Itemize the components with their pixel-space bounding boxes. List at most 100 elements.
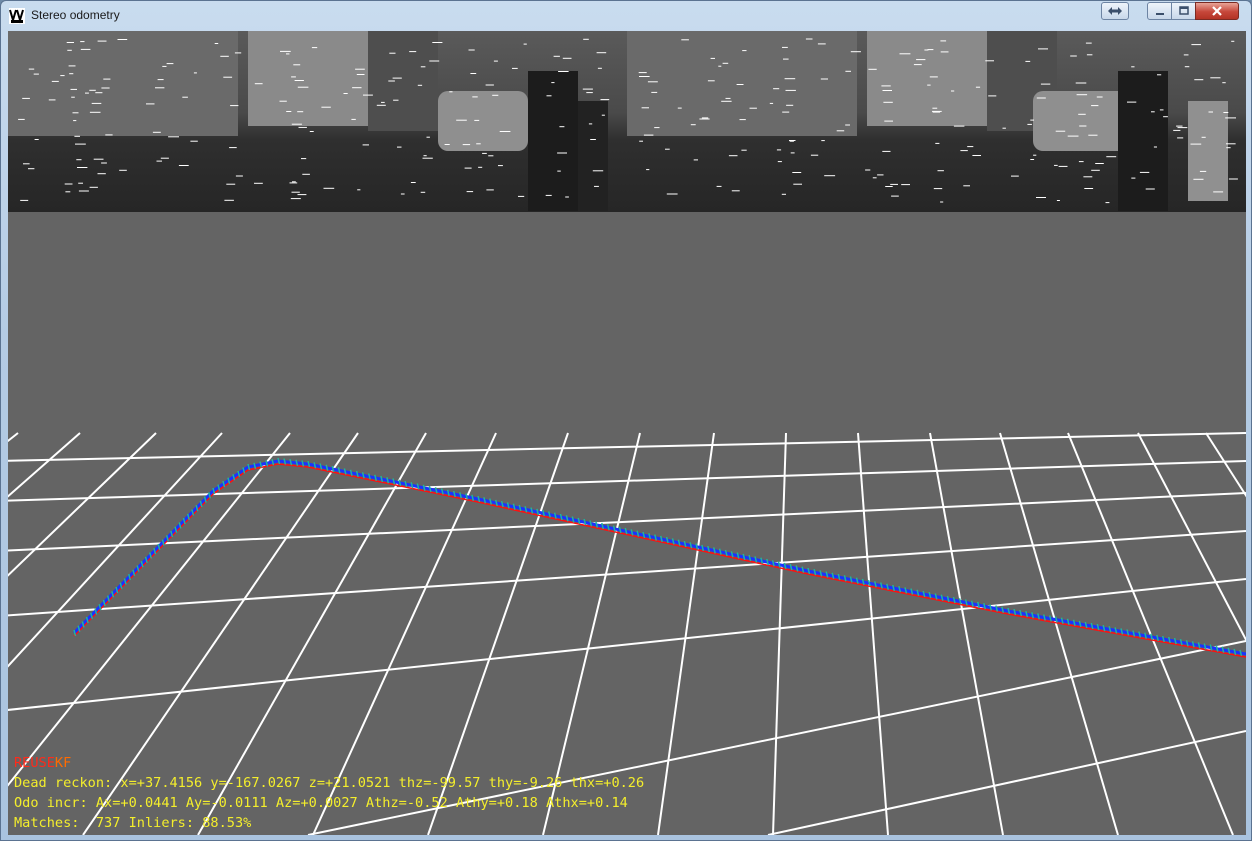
grid-line (8, 460, 1246, 502)
pose-marker (689, 542, 693, 549)
pose-marker (742, 553, 746, 561)
pose-marker (771, 560, 775, 567)
pose-marker (1126, 629, 1130, 636)
pose-marker (489, 498, 493, 505)
grid-line (767, 730, 1246, 835)
close-icon (1212, 6, 1222, 16)
trajectory (72, 457, 1246, 658)
pose-marker (922, 590, 926, 598)
pose-marker (553, 512, 557, 519)
pose-marker (313, 462, 317, 469)
title-bar[interactable]: Stereo odometry (1, 1, 1251, 31)
render-view[interactable]: REUSEKF Dead reckon: x=+37.4156 y=-167.0… (8, 31, 1246, 835)
pose-marker (337, 467, 341, 474)
pose-marker (440, 488, 444, 495)
close-button[interactable] (1195, 2, 1239, 20)
pose-marker (1209, 644, 1213, 651)
restore-button[interactable] (1101, 2, 1129, 20)
pose-marker (530, 507, 534, 514)
pose-marker (416, 483, 420, 490)
pose-marker (301, 460, 305, 467)
pose-marker (1001, 606, 1005, 613)
dead-reckon-readout: Dead reckon: x=+37.4156 y=-167.0267 z=+2… (14, 775, 645, 791)
pose-marker (624, 527, 628, 535)
pose-marker (677, 539, 681, 546)
pose-marker (683, 540, 687, 548)
pose-marker (500, 500, 504, 508)
pose-marker (343, 468, 347, 475)
grid-line (657, 432, 715, 835)
pose-marker (892, 584, 896, 592)
pose-marker (795, 565, 799, 572)
pose-marker (1227, 647, 1231, 654)
pose-marker (253, 462, 257, 469)
pose-marker (970, 600, 974, 607)
pose-marker (1037, 613, 1041, 620)
pose-marker (1120, 628, 1124, 635)
pose-marker (1197, 642, 1201, 649)
grid-line (999, 432, 1119, 835)
pose-marker (1167, 636, 1171, 644)
pose-marker (1084, 621, 1088, 629)
pose-marker (1144, 632, 1148, 639)
pose-marker (565, 515, 569, 522)
pose-marker (983, 603, 987, 610)
pose-marker (380, 475, 384, 483)
pose-marker (536, 508, 540, 516)
app-icon (9, 8, 25, 24)
pose-marker (1239, 649, 1243, 657)
pose-marker (1179, 639, 1183, 646)
pose-marker (459, 492, 463, 499)
pose-marker (1108, 626, 1112, 633)
pose-marker (355, 470, 359, 478)
pose-marker (1007, 607, 1011, 615)
pose-marker (547, 511, 551, 518)
pose-marker (659, 535, 663, 543)
pose-marker (801, 566, 805, 573)
pose-marker (671, 538, 675, 545)
window-title: Stereo odometry (31, 8, 120, 22)
pose-marker (1156, 634, 1160, 642)
pose-marker (494, 499, 498, 507)
pose-marker (789, 563, 793, 571)
pose-marker (754, 556, 758, 563)
grid-line (8, 578, 1246, 711)
pose-marker (1013, 608, 1017, 616)
pose-marker (446, 489, 450, 496)
pose-marker (940, 594, 944, 601)
pose-marker (247, 463, 251, 471)
minimize-button[interactable] (1147, 2, 1172, 20)
pose-marker (964, 599, 968, 606)
grid-line (857, 432, 889, 835)
pose-marker (783, 562, 787, 570)
pose-marker (724, 549, 728, 557)
pose-marker (618, 526, 622, 534)
maximize-icon (1178, 6, 1189, 15)
pose-marker (1185, 640, 1189, 647)
pose-marker (1042, 614, 1046, 621)
trajectory-3d-view[interactable] (8, 31, 1246, 835)
pose-marker (886, 583, 890, 590)
pose-marker (283, 458, 287, 465)
pose-marker (855, 577, 859, 584)
pose-marker (1066, 618, 1070, 625)
pose-marker (471, 494, 475, 501)
pose-marker (1191, 641, 1195, 648)
pose-marker (837, 573, 841, 581)
pose-marker (946, 595, 950, 603)
pose-marker (398, 479, 402, 486)
pose-marker (736, 552, 740, 559)
pose-marker (289, 459, 293, 466)
pose-marker (1138, 631, 1142, 638)
pose-marker (831, 572, 835, 579)
maximize-button[interactable] (1171, 2, 1196, 20)
pose-marker (928, 592, 932, 599)
pose-marker (1221, 646, 1225, 653)
pose-marker (952, 596, 956, 604)
pose-marker (995, 605, 999, 612)
pose-marker (524, 506, 528, 513)
pose-marker (512, 503, 516, 510)
pose-marker (319, 463, 323, 470)
pose-marker (1060, 617, 1064, 624)
matches-readout: Matches: 737 Inliers: 88.53% (14, 815, 252, 831)
